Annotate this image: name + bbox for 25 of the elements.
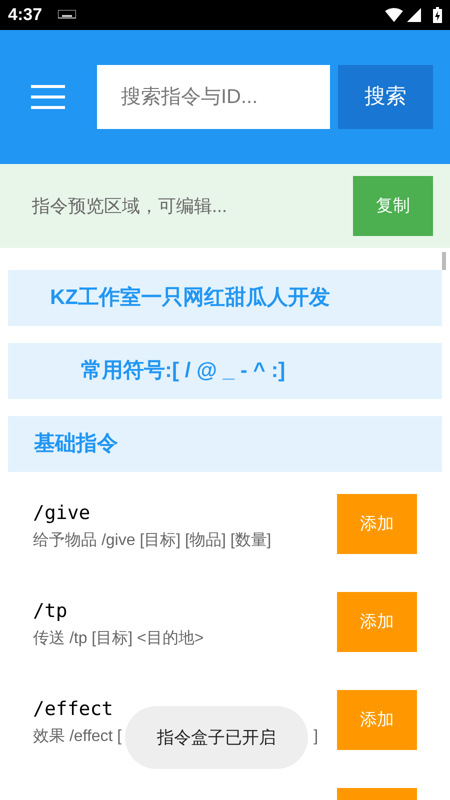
wifi-icon: [385, 8, 403, 22]
toast-message: 指令盒子已开启: [125, 706, 308, 769]
command-description: 给予物品 /give [目标] [物品] [数量]: [33, 530, 272, 550]
command-name: /give: [33, 501, 92, 526]
search-button[interactable]: 搜索: [338, 65, 433, 129]
command-name: /effect: [33, 697, 114, 722]
add-button[interactable]: 添加: [337, 690, 417, 750]
command-name: /tp: [33, 599, 68, 624]
add-button[interactable]: 添加: [337, 494, 417, 554]
copy-button[interactable]: 复制: [353, 176, 433, 236]
command-description: 效果 /effect [: [33, 726, 122, 746]
command-description: ]: [314, 726, 318, 746]
info-banner: KZ工作室一只网红甜瓜人开发: [8, 270, 442, 326]
preview-field[interactable]: 指令预览区域，可编辑...: [32, 192, 332, 220]
scrollbar-thumb: [442, 252, 446, 270]
add-button[interactable]: 添加: [337, 592, 417, 652]
signal-icon: [407, 8, 421, 22]
battery-icon: [433, 7, 442, 23]
command-description: 传送 /tp [目标] <目的地>: [33, 628, 204, 648]
keyboard-icon: [58, 10, 76, 20]
clock: 4:37: [8, 4, 42, 26]
menu-icon[interactable]: [31, 85, 65, 109]
section-header: 基础指令: [8, 416, 442, 472]
info-banner: 常用符号:[ / @ _ - ^ :]: [8, 343, 442, 399]
search-field[interactable]: 搜索指令与ID...: [97, 65, 330, 129]
